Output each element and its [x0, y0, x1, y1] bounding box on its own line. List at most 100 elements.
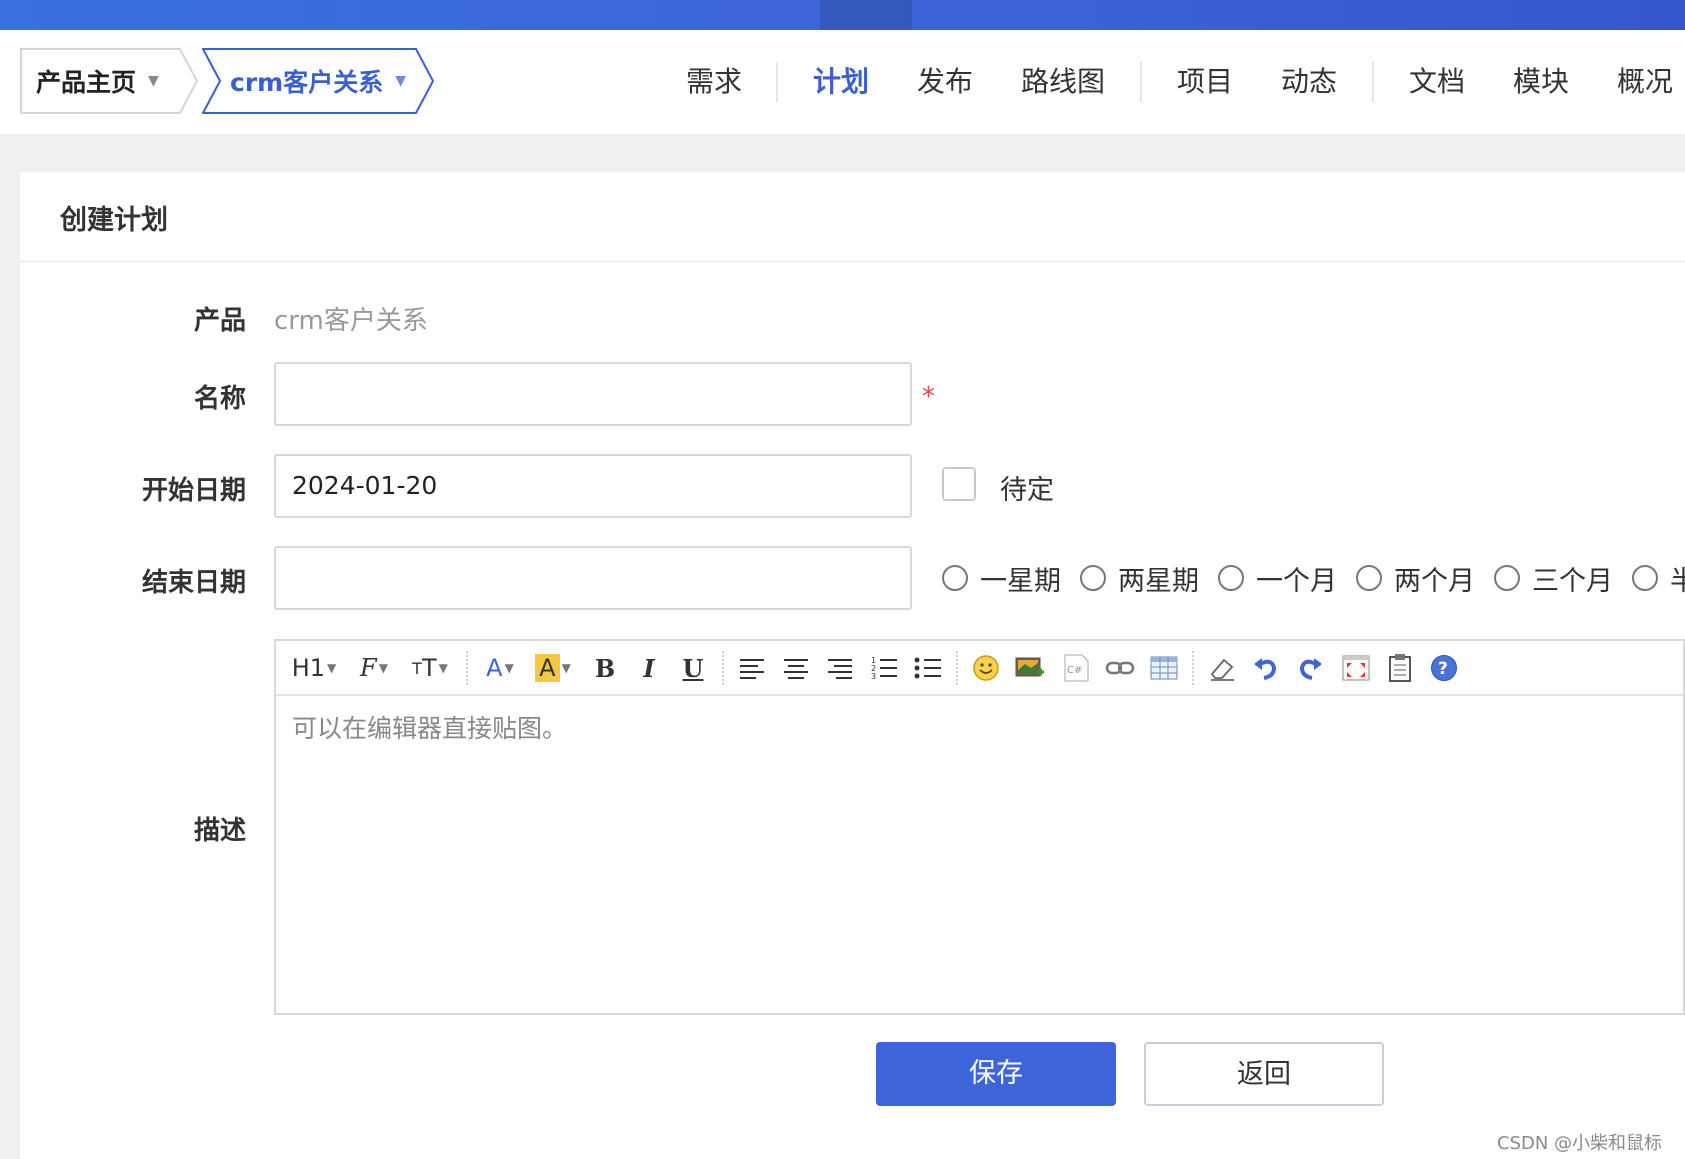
nav-divider	[1372, 62, 1374, 102]
top-banner	[0, 0, 1685, 30]
insert-code-button[interactable]: C#	[1060, 651, 1092, 685]
radio-two-weeks[interactable]: 两星期	[1080, 558, 1199, 598]
top-banner-tab[interactable]	[820, 0, 912, 30]
underline-button[interactable]: U	[678, 651, 708, 685]
radio-half-year[interactable]: 半	[1632, 558, 1685, 598]
nav-item-dynamic[interactable]: 动态	[1281, 60, 1337, 104]
radio-circle[interactable]	[1494, 565, 1520, 591]
begin-date-input[interactable]: 2024-01-20	[274, 454, 912, 518]
paste-plain-button[interactable]	[1384, 651, 1416, 685]
smiley-icon	[973, 655, 999, 681]
radio-two-months[interactable]: 两个月	[1356, 558, 1475, 598]
redo-button[interactable]	[1294, 651, 1326, 685]
align-center-button[interactable]	[780, 651, 812, 685]
align-right-icon	[828, 659, 852, 679]
undo-button[interactable]	[1250, 651, 1282, 685]
code-icon: C#	[1064, 654, 1089, 682]
nav-divider	[776, 62, 778, 102]
background-color-button[interactable]: A ▼	[530, 651, 576, 685]
radio-label: 一个月	[1256, 565, 1337, 597]
nav-item-story[interactable]: 需求	[686, 60, 742, 104]
redo-icon	[1299, 658, 1322, 680]
align-right-button[interactable]	[824, 651, 856, 685]
insert-image-button[interactable]	[1014, 651, 1046, 685]
nav-item-project[interactable]: 项目	[1177, 60, 1233, 104]
toolbar-separator	[466, 651, 468, 685]
heading-icon: H1	[291, 654, 326, 682]
font-family-button[interactable]: F ▼	[354, 651, 394, 685]
radio-one-week[interactable]: 一星期	[942, 558, 1061, 598]
product-label: 产品	[193, 306, 246, 336]
nav-item-plan[interactable]: 计划	[813, 60, 869, 104]
pending-checkbox[interactable]	[942, 467, 976, 501]
radio-circle[interactable]	[942, 565, 968, 591]
radio-label: 三个月	[1532, 565, 1613, 597]
back-button[interactable]: 返回	[1144, 1042, 1384, 1106]
svg-text:3: 3	[871, 672, 876, 681]
align-left-button[interactable]	[736, 651, 768, 685]
pending-label[interactable]: 待定	[1000, 468, 1054, 507]
radio-circle[interactable]	[1080, 565, 1106, 591]
font-color-icon: A	[486, 654, 503, 682]
title-divider	[20, 261, 1685, 262]
end-date-input[interactable]	[274, 546, 912, 610]
radio-one-month[interactable]: 一个月	[1218, 558, 1337, 598]
nav-item-release[interactable]: 发布	[917, 60, 973, 104]
required-mark: *	[922, 382, 935, 412]
bold-button[interactable]: B	[590, 651, 620, 685]
toolbar-separator	[956, 651, 958, 685]
svg-text:?: ?	[1438, 659, 1448, 679]
nav-item-overview[interactable]: 概况	[1617, 60, 1673, 104]
insert-link-button[interactable]	[1104, 651, 1136, 685]
align-left-icon	[740, 659, 764, 679]
undo-icon	[1254, 658, 1277, 680]
svg-text:C#: C#	[1067, 665, 1082, 676]
align-center-icon	[784, 659, 808, 679]
radio-circle[interactable]	[1632, 565, 1658, 591]
nav-item-module[interactable]: 模块	[1513, 60, 1569, 104]
italic-icon: I	[643, 653, 655, 683]
help-button[interactable]: ?	[1428, 651, 1460, 685]
ordered-list-button[interactable]: 123	[868, 651, 900, 685]
nav-item-roadmap[interactable]: 路线图	[1021, 60, 1105, 104]
toolbar-separator	[1192, 651, 1194, 685]
table-icon	[1150, 656, 1178, 680]
product-value: crm客户关系	[274, 306, 428, 336]
radio-circle[interactable]	[1218, 565, 1244, 591]
clipboard-icon	[1389, 654, 1411, 682]
image-icon	[1015, 657, 1044, 677]
font-size-icon: T	[421, 654, 437, 682]
page-title: 创建计划	[60, 205, 168, 236]
end-date-label: 结束日期	[141, 568, 246, 598]
fullscreen-button[interactable]	[1340, 651, 1372, 685]
editor-toolbar: H1 ▼ F ▼ T T ▼ A ▼ A ▼ B I U 1 2 3 C# ?	[276, 641, 1683, 696]
font-size-button[interactable]: T T ▼	[406, 651, 454, 685]
toolbar-separator	[722, 651, 724, 685]
description-editor[interactable]: H1 ▼ F ▼ T T ▼ A ▼ A ▼ B I U 1 2 3 C# ? …	[274, 639, 1685, 1015]
radio-circle[interactable]	[1356, 565, 1382, 591]
unordered-list-button[interactable]	[912, 651, 944, 685]
font-color-button[interactable]: A ▼	[480, 651, 520, 685]
help-icon: ?	[1431, 655, 1457, 681]
radio-label: 半	[1670, 565, 1685, 597]
save-button[interactable]: 保存	[876, 1042, 1116, 1106]
italic-button[interactable]: I	[634, 651, 664, 685]
radio-label: 两星期	[1118, 565, 1199, 597]
link-icon	[1105, 661, 1135, 675]
create-plan-panel: 创建计划 产品 crm客户关系 名称 * 开始日期 2024-01-20 待定 …	[20, 172, 1685, 1159]
nav-item-doc[interactable]: 文档	[1409, 60, 1465, 104]
bold-icon: B	[594, 653, 616, 683]
radio-label: 一星期	[980, 565, 1061, 597]
unordered-list-icon	[914, 657, 941, 679]
watermark: CSDN @小柴和鼠标	[1497, 1133, 1663, 1154]
insert-table-button[interactable]	[1148, 651, 1180, 685]
begin-date-label: 开始日期	[141, 476, 246, 506]
emoji-button[interactable]	[970, 651, 1002, 685]
fullscreen-icon	[1342, 655, 1370, 681]
radio-three-months[interactable]: 三个月	[1494, 558, 1613, 598]
description-label: 描述	[193, 816, 246, 846]
clear-format-button[interactable]	[1206, 651, 1238, 685]
eraser-icon	[1210, 658, 1234, 681]
heading-button[interactable]: H1 ▼	[290, 651, 338, 685]
name-input[interactable]	[274, 362, 912, 426]
